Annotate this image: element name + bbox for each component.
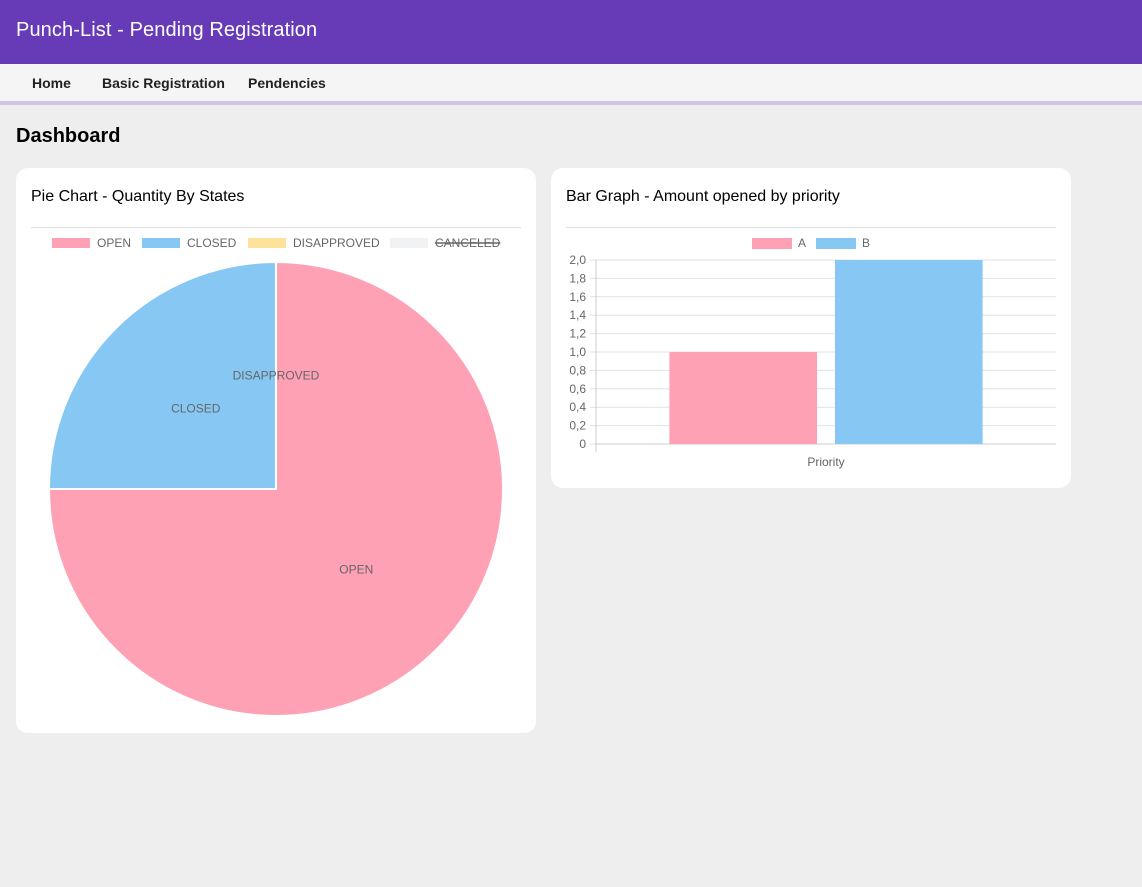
pie-chart: OPEN CLOSED DISAPPROVED CANCELEDOPENCLOSEDD… [47, 236, 504, 717]
bar-chart: A B 0 0,2 0,4 0,6 0,8 1,0 1,2 1,4 1,6 1,8 2,0 Priorit… [569, 236, 1056, 469]
y-tick-label: 0 [579, 437, 586, 451]
legend-swatch-a[interactable] [752, 238, 792, 249]
y-tick-label: 1,0 [569, 345, 586, 359]
y-tick-label: 2,0 [569, 253, 586, 267]
nav-item-home[interactable]: Home [32, 75, 71, 91]
y-tick-label: 0,6 [569, 382, 586, 396]
legend-label-b[interactable]: B [862, 236, 870, 250]
legend-label-open[interactable]: OPEN [97, 236, 131, 250]
app-title: Punch-List - Pending Registration [16, 19, 318, 41]
legend-label-closed[interactable]: CLOSED [187, 236, 237, 250]
y-tick-label: 1,4 [569, 308, 586, 322]
y-tick-label: 0,8 [569, 363, 586, 377]
legend-swatch-disapproved[interactable] [248, 238, 286, 248]
app-bar: Punch-List - Pending Registration [0, 0, 1142, 64]
y-tick-label: 0,4 [569, 400, 586, 414]
y-tick-label: 0,2 [569, 419, 586, 433]
y-tick-label: 1,6 [569, 290, 586, 304]
legend-swatch-canceled[interactable] [390, 238, 428, 248]
y-tick-label: 1,2 [569, 327, 586, 341]
pie-label-closed: CLOSED [171, 402, 221, 416]
pie-label-disapproved: DISAPPROVED [233, 369, 320, 383]
bar-a [669, 352, 817, 444]
x-axis-label: Priority [807, 455, 844, 469]
legend-swatch-open[interactable] [52, 238, 90, 248]
bar-chart-card: Bar Graph - Amount opened by priority AB… [551, 168, 1071, 488]
pie-label-open: OPEN [339, 562, 373, 576]
page-title: Dashboard [16, 125, 121, 147]
pie-chart-card: Pie Chart - Quantity By States OPEN CLOSE… [16, 168, 536, 733]
legend-label-disapproved[interactable]: DISAPPROVED [293, 236, 380, 250]
nav-bar: Home Basic Registration Pendencies [0, 64, 1142, 105]
bar-b [835, 260, 983, 444]
y-tick-label: 1,8 [569, 271, 586, 285]
nav-item-basic-registration[interactable]: Basic Registration [102, 75, 225, 91]
legend-swatch-b[interactable] [816, 238, 856, 249]
legend-swatch-closed[interactable] [142, 238, 180, 248]
legend-label-a[interactable]: A [798, 236, 806, 250]
nav-item-pendencies[interactable]: Pendencies [248, 75, 326, 91]
